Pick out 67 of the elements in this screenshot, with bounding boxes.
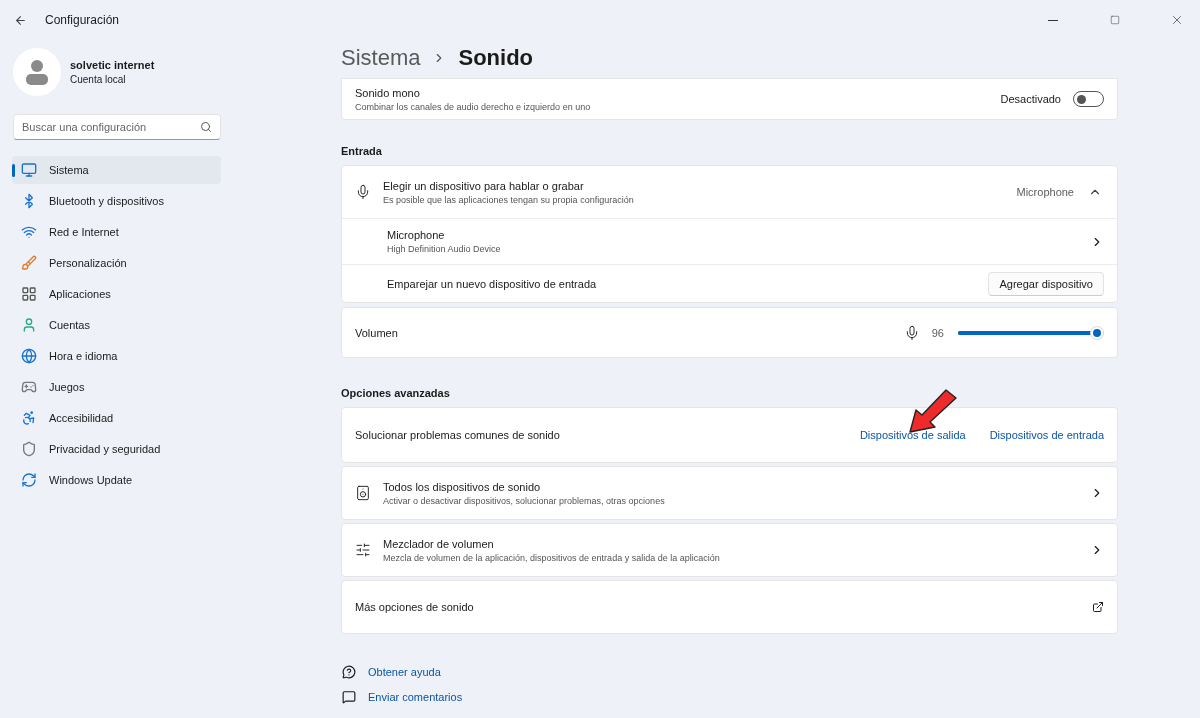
breadcrumb-parent[interactable]: Sistema [341, 45, 421, 71]
apps-grid-icon [21, 286, 37, 302]
setting-title: Solucionar problemas comunes de sonido [355, 429, 561, 441]
nav-item[interactable]: Sistema [12, 156, 221, 184]
nav-item[interactable]: Bluetooth y dispositivos [12, 187, 221, 215]
accessibility-icon [21, 410, 37, 426]
setting-title: Mezclador de volumen [383, 537, 495, 550]
setting-card[interactable]: Mezclador de volumen Mezcla de volumen de la aplicación, dispositivos de entrada y salida de la aplicación [341, 523, 1118, 577]
gamepad-icon [21, 379, 37, 395]
window-title: Configuración [45, 13, 120, 27]
setting-description: Mezcla de volumen de la aplicación, dispositivos de entrada y salida de la aplicación [383, 552, 721, 563]
search-icon [200, 121, 212, 133]
add-device-button[interactable]: Agregar dispositivo [988, 271, 1104, 296]
link[interactable]: Enviar comentarios [368, 690, 463, 703]
brush-icon [21, 255, 37, 271]
speaker-icon [355, 485, 371, 501]
minimize-icon [1048, 19, 1058, 21]
nav-item[interactable]: Windows Update [12, 466, 221, 494]
account-name: solvetic internet [70, 59, 155, 71]
page-title: Sonido [458, 45, 534, 71]
setting-description: Activar o desactivar dispositivos, solucionar problemas, otras opciones [383, 495, 666, 506]
setting-title: Todos los dispositivos de sonido [383, 480, 542, 493]
toggle-switch[interactable] [1073, 91, 1104, 107]
device-name[interactable]: Microphone [387, 229, 1078, 241]
setting-card[interactable]: Todos los dispositivos de sonido Activar o desactivar dispositivos, solucionar problemas, otras opciones [341, 466, 1118, 520]
nav-item[interactable]: Personalización [12, 249, 221, 277]
globe-icon [21, 348, 37, 364]
sliders-icon [355, 542, 371, 558]
person-silhouette-icon [26, 59, 48, 85]
nav-item[interactable]: Aplicaciones [12, 280, 221, 308]
setting-description: Es posible que las aplicaciones tengan su propia configuración [383, 194, 635, 205]
section-heading: Opciones avanzadas [341, 387, 451, 399]
nav-item[interactable]: Red e Internet [12, 218, 221, 246]
nav-item[interactable]: Privacidad y seguridad [12, 435, 221, 463]
maximize-icon [1110, 15, 1120, 25]
setting-description: Combinar los canales de audio derecho e izquierdo en uno [355, 101, 592, 112]
link[interactable]: Dispositivos de salida [859, 429, 966, 441]
person-icon [21, 317, 37, 333]
setting-title: Más opciones de sonido [355, 601, 475, 613]
feedback-icon [342, 689, 356, 704]
setting-title: Elegir un dispositivo para hablar o grabar [383, 179, 585, 192]
volume-reading: 96 [931, 326, 944, 339]
setting-title: Sonido mono [355, 86, 421, 99]
device-description: High Definition Audio Device [387, 244, 502, 254]
wifi-icon [21, 224, 37, 240]
help-icon [342, 664, 356, 679]
section-heading: Entrada [341, 145, 383, 157]
account-type: Cuenta local [70, 74, 127, 85]
nav-item[interactable]: Accesibilidad [12, 404, 221, 432]
toggle-state-label: Desactivado [1000, 93, 1061, 105]
nav-item[interactable]: Hora e idioma [12, 342, 221, 370]
close-icon [1170, 13, 1184, 27]
microphone-icon [355, 184, 371, 200]
selected-device: Microphone [1016, 186, 1074, 198]
nav-item[interactable]: Cuentas [12, 311, 221, 339]
back-arrow-icon [14, 13, 27, 27]
setting-title: Volumen [355, 326, 399, 339]
link[interactable]: Dispositivos de entrada [989, 429, 1104, 441]
setting-title: Emparejar un nuevo dispositivo de entrada [387, 277, 598, 290]
setting-card[interactable]: Más opciones de sonido [341, 580, 1118, 634]
refresh-icon [21, 472, 37, 488]
link[interactable]: Obtener ayuda [368, 665, 441, 678]
nav-item[interactable]: Juegos [12, 373, 221, 401]
shield-icon [21, 441, 37, 457]
search-field[interactable]: Buscar una configuración [13, 114, 221, 140]
monitor-icon [21, 162, 37, 178]
external-link-icon [1092, 601, 1104, 613]
